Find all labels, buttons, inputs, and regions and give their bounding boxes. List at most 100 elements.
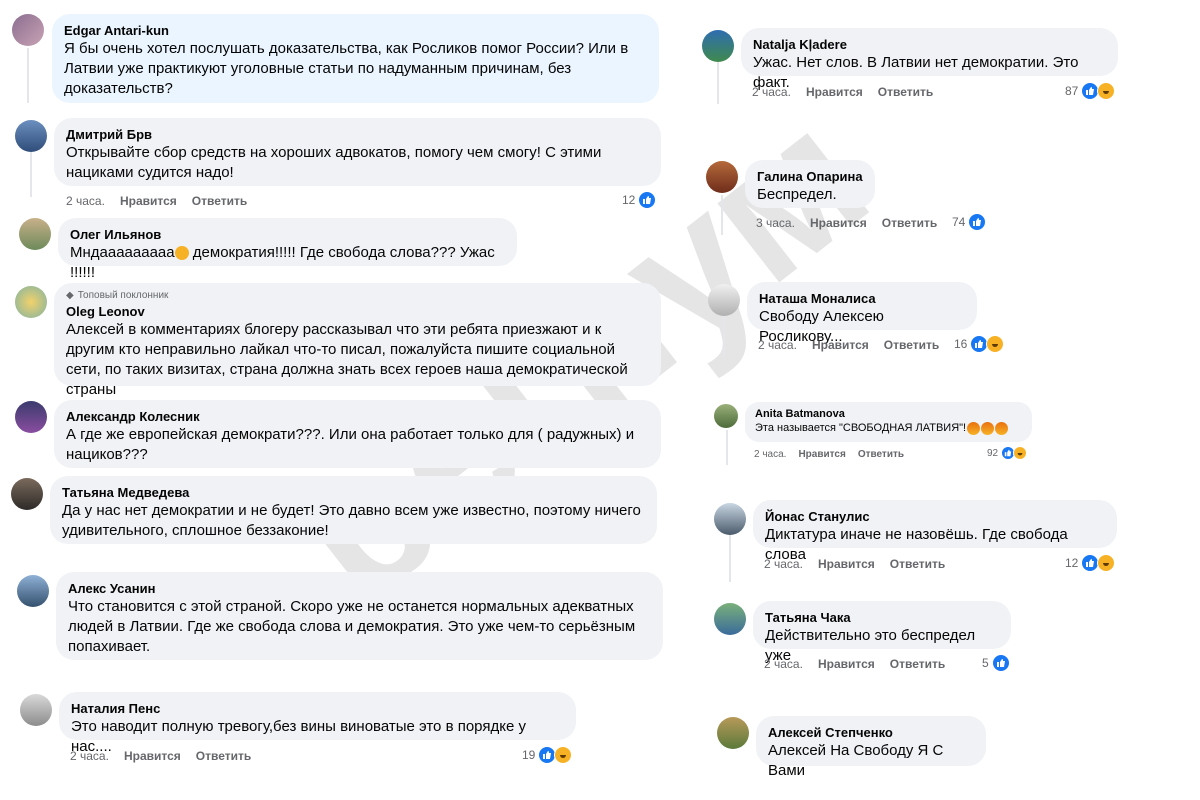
comment-meta: 2 часа. Нравится Ответить (70, 749, 251, 763)
thread-line (27, 48, 29, 103)
comment-author[interactable]: Edgar Antari-kun (64, 22, 647, 39)
comment-text: Мндааааааааа (70, 244, 175, 261)
angry-emoji-icon (981, 421, 995, 435)
comment-meta: 3 часа. Нравится Ответить (756, 216, 937, 230)
comment-bubble: Edgar Antari-kun Я бы очень хотел послуш… (52, 14, 659, 103)
comment-bubble: Дмитрий Брв Открывайте сбор средств на х… (54, 118, 661, 186)
comment-time[interactable]: 2 часа. (764, 557, 803, 571)
comment-bubble: Natalja Kļadere Ужас. Нет слов. В Латвии… (741, 28, 1118, 91)
like-button[interactable]: Нравится (818, 557, 875, 571)
comment-text: Я бы очень хотел послушать доказательств… (64, 40, 629, 97)
like-button[interactable]: Нравится (124, 749, 181, 763)
comment-bubble: Александр Колесник А где же европейская … (54, 400, 661, 468)
reactions[interactable]: 16 (954, 335, 1005, 353)
reply-button[interactable]: Ответить (196, 749, 251, 763)
comment-bubble: Татьяна Чака Действительно это беспредел… (753, 601, 1011, 664)
avatar[interactable] (714, 603, 746, 635)
comment-bubble: Олег Ильянов Мндааааааааа демократия!!!!… (58, 218, 517, 281)
comment-time[interactable]: 3 часа. (756, 216, 795, 230)
like-icon (991, 654, 1010, 672)
reactions[interactable]: 19 (522, 746, 573, 764)
comment-text: Беспредел. (757, 186, 837, 203)
reaction-count: 19 (522, 748, 536, 762)
diamond-icon: ◆ (66, 290, 74, 301)
avatar[interactable] (714, 404, 738, 428)
comment-meta: 2 часа. Нравится Ответить (66, 194, 247, 208)
comment-time[interactable]: 2 часа. (754, 449, 786, 460)
reply-button[interactable]: Ответить (890, 657, 945, 671)
like-button[interactable]: Нравится (798, 449, 845, 460)
comment-author[interactable]: Галина Опарина (757, 168, 863, 185)
comment-text: Открывайте сбор средств на хороших адвок… (66, 144, 602, 181)
comment-time[interactable]: 2 часа. (758, 338, 797, 352)
comment-time[interactable]: 2 часа. (752, 85, 791, 99)
reaction-count: 12 (1065, 556, 1079, 570)
reply-button[interactable]: Ответить (884, 338, 939, 352)
comment-bubble: Йонас Станулис Диктатура иначе не назовё… (753, 500, 1117, 563)
avatar[interactable] (17, 575, 49, 607)
comment-author[interactable]: Татьяна Медведева (62, 484, 645, 501)
comment-text: Да у нас нет демократии и не будет! Это … (62, 502, 641, 539)
comment-author[interactable]: Наташа Моналиса (759, 290, 965, 307)
comment-bubble: Татьяна Медведева Да у нас нет демократи… (50, 476, 657, 544)
avatar[interactable] (11, 478, 43, 510)
avatar[interactable] (706, 161, 738, 193)
reaction-count: 16 (954, 337, 968, 351)
avatar[interactable] (20, 694, 52, 726)
angry-emoji-icon (967, 421, 981, 435)
comment-bubble: ◆ Топовый поклонник Oleg Leonov Алексей … (54, 283, 661, 398)
reactions[interactable]: 12 (1065, 554, 1116, 572)
thread-line (717, 62, 719, 104)
angry-emoji-icon (995, 421, 1009, 435)
reaction-count: 87 (1065, 84, 1079, 98)
comment-author[interactable]: Наталия Пенс (71, 700, 564, 717)
avatar[interactable] (15, 120, 47, 152)
comment-author[interactable]: Алексей Степченко (768, 724, 974, 741)
avatar[interactable] (717, 717, 749, 749)
avatar[interactable] (19, 218, 51, 250)
comment-time[interactable]: 2 часа. (764, 657, 803, 671)
sad-emoji-icon (174, 246, 189, 261)
avatar[interactable] (702, 30, 734, 62)
reactions[interactable]: 74 (952, 213, 987, 231)
thread-line (723, 316, 725, 356)
haha-icon (1097, 554, 1116, 572)
like-button[interactable]: Нравится (806, 85, 863, 99)
comment-author[interactable]: Natalja Kļadere (753, 36, 1106, 53)
avatar[interactable] (708, 284, 740, 316)
like-button[interactable]: Нравится (812, 338, 869, 352)
reply-button[interactable]: Ответить (890, 557, 945, 571)
comment-author[interactable]: Татьяна Чака (765, 609, 999, 626)
reply-button[interactable]: Ответить (878, 85, 933, 99)
reply-button[interactable]: Ответить (858, 449, 904, 460)
reactions[interactable]: 87 (1065, 82, 1116, 100)
reactions[interactable]: 12 (622, 191, 657, 209)
comment-text: Что становится с этой страной. Скоро уже… (68, 598, 636, 655)
avatar[interactable] (15, 401, 47, 433)
reply-button[interactable]: Ответить (192, 194, 247, 208)
like-button[interactable]: Нравится (120, 194, 177, 208)
comment-time[interactable]: 2 часа. (66, 194, 105, 208)
like-button[interactable]: Нравится (818, 657, 875, 671)
reply-button[interactable]: Ответить (882, 216, 937, 230)
comment-meta: 2 часа. Нравится Ответить (764, 557, 945, 571)
comment-text-wrap: Мндааааааааа демократия!!!!! Где свобода… (70, 243, 505, 283)
avatar[interactable] (15, 286, 47, 318)
comment-author[interactable]: Anita Batmanova (755, 407, 1022, 421)
top-fan-badge: ◆ Топовый поклонник (66, 289, 649, 302)
comment-time[interactable]: 2 часа. (70, 749, 109, 763)
reactions[interactable]: 5 (982, 654, 1010, 672)
like-icon (638, 191, 657, 209)
haha-icon (986, 335, 1005, 353)
comment-author[interactable]: Олег Ильянов (70, 226, 505, 243)
reactions[interactable]: 92 (987, 446, 1028, 460)
avatar[interactable] (714, 503, 746, 535)
like-button[interactable]: Нравится (810, 216, 867, 230)
avatar[interactable] (12, 14, 44, 46)
thread-line (30, 152, 32, 197)
comment-author[interactable]: Oleg Leonov (66, 303, 649, 320)
comment-author[interactable]: Алекс Усанин (68, 580, 651, 597)
comment-author[interactable]: Дмитрий Брв (66, 126, 649, 143)
comment-author[interactable]: Йонас Станулис (765, 508, 1105, 525)
comment-author[interactable]: Александр Колесник (66, 408, 649, 425)
